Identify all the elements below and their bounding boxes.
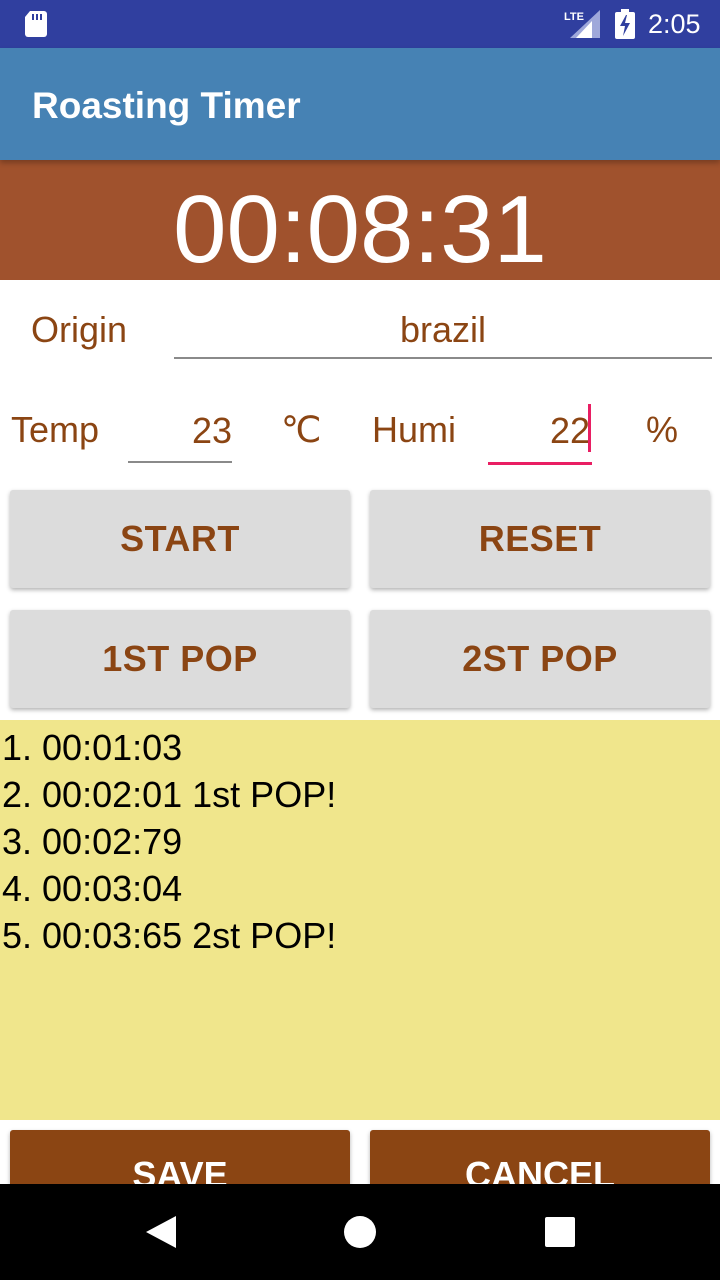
log-entry: 1. 00:01:03 — [2, 727, 183, 768]
humi-label: Humi — [372, 409, 457, 450]
humi-input-underline — [488, 462, 592, 465]
temp-input-underline — [128, 461, 232, 463]
humi-unit: % — [646, 409, 679, 450]
temp-input[interactable]: 23 — [128, 411, 232, 451]
temp-unit: ℃ — [281, 409, 322, 450]
app-title: Roasting Timer — [32, 85, 301, 126]
recents-icon[interactable] — [545, 1217, 575, 1247]
network-type: LTE — [564, 11, 584, 23]
status-bar: LTE 2:05 — [0, 0, 720, 48]
timer-display: 00:08:31 — [0, 160, 720, 280]
roast-log[interactable]: 1. 00:01:03 2. 00:02:01 1st POP! 3. 00:0… — [0, 720, 720, 1120]
temp-label: Temp — [11, 409, 100, 450]
origin-input[interactable]: brazil — [174, 310, 712, 350]
back-icon[interactable] — [144, 1214, 178, 1250]
log-entry: 5. 00:03:65 2st POP! — [2, 915, 337, 956]
log-entry: 3. 00:02:79 — [2, 821, 183, 862]
status-time: 2:05 — [648, 9, 701, 39]
start-button[interactable]: START — [10, 490, 350, 588]
log-entry: 2. 00:02:01 1st POP! — [2, 774, 337, 815]
app-bar: Roasting Timer — [0, 48, 720, 160]
reset-button[interactable]: RESET — [370, 490, 710, 588]
home-icon[interactable] — [343, 1215, 377, 1249]
log-entry: 4. 00:03:04 — [2, 868, 183, 909]
text-cursor — [588, 404, 591, 452]
humi-input[interactable]: 22 — [488, 411, 590, 451]
timer-value: 00:08:31 — [173, 176, 547, 280]
first-pop-button[interactable]: 1ST POP — [10, 610, 350, 708]
battery-charging-icon — [615, 9, 635, 39]
second-pop-button[interactable]: 2ST POP — [370, 610, 710, 708]
sd-card-icon — [25, 11, 47, 37]
navigation-bar — [0, 1184, 720, 1280]
origin-label: Origin — [31, 309, 128, 350]
origin-input-underline — [174, 357, 712, 359]
lte-signal-icon: LTE — [564, 10, 600, 38]
